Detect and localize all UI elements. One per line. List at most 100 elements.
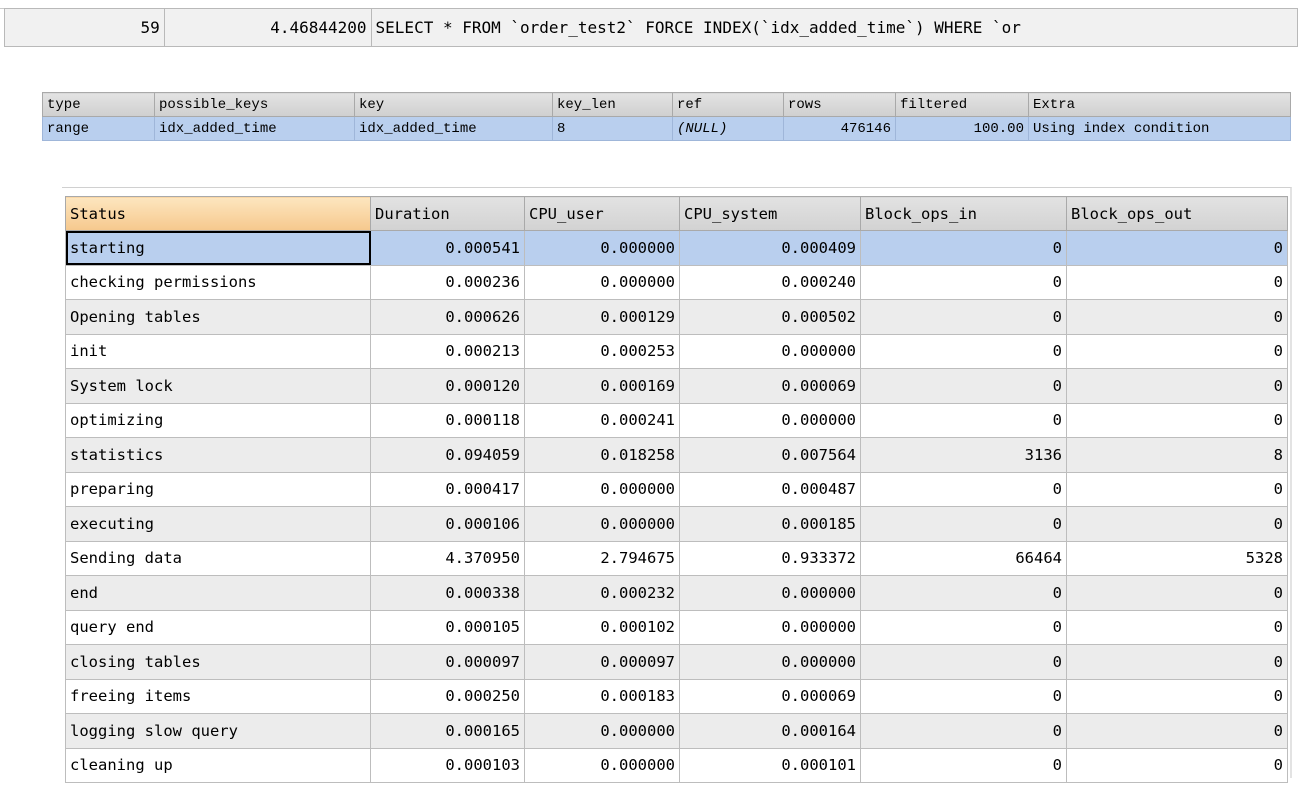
profile-cell-status[interactable]: query end [65,609,371,645]
profile-cell-block-ops-in[interactable]: 0 [860,368,1067,404]
profile-cell-cpu-system[interactable]: 0.000000 [679,402,861,438]
profile-cell-cpu-user[interactable]: 0.000169 [524,368,680,404]
explain-cell-possible-keys[interactable]: idx_added_time [154,116,355,141]
profile-cell-block-ops-out[interactable]: 0 [1066,644,1288,680]
profile-row[interactable]: freeing items 0.000250 0.000183 0.000069 0 0 [65,678,1288,714]
profile-cell-cpu-user[interactable]: 0.000000 [524,713,680,749]
explain-cell-filtered[interactable]: 100.00 [895,116,1029,141]
profile-cell-status[interactable]: checking permissions [65,264,371,300]
profile-col-duration[interactable]: Duration [370,196,525,231]
profile-cell-block-ops-in[interactable]: 0 [860,333,1067,369]
profile-cell-cpu-system[interactable]: 0.000409 [679,230,861,266]
explain-cell-extra[interactable]: Using index condition [1028,116,1291,141]
query-history-row[interactable]: 59 4.46844200 SELECT * FROM `order_test2… [4,8,1298,47]
profile-cell-cpu-user[interactable]: 0.000000 [524,747,680,783]
explain-col-rows[interactable]: rows [783,92,896,117]
profile-cell-duration[interactable]: 0.000097 [370,644,525,680]
profile-row[interactable]: init 0.000213 0.000253 0.000000 0 0 [65,333,1288,369]
profile-cell-cpu-user[interactable]: 0.000000 [524,264,680,300]
query-id-cell[interactable]: 59 [4,8,165,47]
profile-cell-block-ops-out[interactable]: 0 [1066,713,1288,749]
profile-cell-block-ops-in[interactable]: 0 [860,264,1067,300]
profile-row[interactable]: checking permissions 0.000236 0.000000 0.00… [65,264,1288,300]
profile-cell-block-ops-out[interactable]: 0 [1066,299,1288,335]
profile-cell-duration[interactable]: 0.000626 [370,299,525,335]
profile-cell-block-ops-in[interactable]: 0 [860,747,1067,783]
profile-cell-block-ops-out[interactable]: 0 [1066,368,1288,404]
profile-cell-cpu-user[interactable]: 0.018258 [524,437,680,473]
profile-cell-status[interactable]: executing [65,506,371,542]
profile-cell-duration[interactable]: 0.000103 [370,747,525,783]
profile-cell-block-ops-in[interactable]: 0 [860,609,1067,645]
profile-cell-status[interactable]: Sending data [65,540,371,576]
profile-cell-block-ops-out[interactable]: 0 [1066,264,1288,300]
explain-col-ref[interactable]: ref [672,92,784,117]
profile-col-status[interactable]: Status [65,196,371,231]
profile-cell-status[interactable]: statistics [65,437,371,473]
profile-row[interactable]: starting 0.000541 0.000000 0.000409 0 0 [65,230,1288,266]
profile-row[interactable]: query end 0.000105 0.000102 0.000000 0 0 [65,609,1288,645]
explain-cell-key[interactable]: idx_added_time [354,116,553,141]
profile-cell-block-ops-out[interactable]: 8 [1066,437,1288,473]
profile-cell-cpu-user[interactable]: 0.000000 [524,506,680,542]
profile-row[interactable]: closing tables 0.000097 0.000097 0.000000 0 0 [65,644,1288,680]
profile-row[interactable]: statistics 0.094059 0.018258 0.007564 3136 8 [65,437,1288,473]
explain-col-possible-keys[interactable]: possible_keys [154,92,355,117]
profile-cell-cpu-system[interactable]: 0.000069 [679,368,861,404]
profile-row[interactable]: preparing 0.000417 0.000000 0.000487 0 0 [65,471,1288,507]
profile-cell-block-ops-out[interactable]: 0 [1066,230,1288,266]
profile-cell-cpu-system[interactable]: 0.000502 [679,299,861,335]
explain-col-key-len[interactable]: key_len [552,92,673,117]
profile-cell-cpu-user[interactable]: 0.000102 [524,609,680,645]
profile-cell-block-ops-out[interactable]: 0 [1066,402,1288,438]
profile-cell-block-ops-in[interactable]: 0 [860,230,1067,266]
profile-cell-cpu-user[interactable]: 0.000129 [524,299,680,335]
profile-cell-status[interactable]: logging slow query [65,713,371,749]
profile-cell-duration[interactable]: 0.000417 [370,471,525,507]
profile-cell-cpu-user[interactable]: 0.000241 [524,402,680,438]
profile-cell-block-ops-out[interactable]: 0 [1066,747,1288,783]
profile-cell-block-ops-out[interactable]: 0 [1066,609,1288,645]
profile-cell-block-ops-out[interactable]: 0 [1066,678,1288,714]
profile-cell-block-ops-in[interactable]: 0 [860,471,1067,507]
profile-cell-duration[interactable]: 0.000165 [370,713,525,749]
query-duration-cell[interactable]: 4.46844200 [163,8,372,47]
profile-row[interactable]: end 0.000338 0.000232 0.000000 0 0 [65,575,1288,611]
profile-cell-duration[interactable]: 0.094059 [370,437,525,473]
profile-cell-cpu-system[interactable]: 0.007564 [679,437,861,473]
profile-cell-block-ops-in[interactable]: 3136 [860,437,1067,473]
profile-cell-block-ops-out[interactable]: 0 [1066,471,1288,507]
profile-cell-block-ops-in[interactable]: 0 [860,678,1067,714]
profile-row[interactable]: Sending data 4.370950 2.794675 0.933372 6646… [65,540,1288,576]
profile-cell-duration[interactable]: 0.000106 [370,506,525,542]
profile-cell-block-ops-out[interactable]: 0 [1066,333,1288,369]
profile-cell-status[interactable]: end [65,575,371,611]
profile-cell-status[interactable]: System lock [65,368,371,404]
profile-cell-block-ops-in[interactable]: 0 [860,402,1067,438]
profile-cell-duration[interactable]: 0.000120 [370,368,525,404]
profile-cell-cpu-system[interactable]: 0.000000 [679,644,861,680]
profile-col-block-ops-out[interactable]: Block_ops_out [1066,196,1288,231]
explain-col-filtered[interactable]: filtered [895,92,1029,117]
explain-cell-rows[interactable]: 476146 [783,116,896,141]
profile-cell-block-ops-out[interactable]: 0 [1066,575,1288,611]
profile-cell-cpu-system[interactable]: 0.000000 [679,609,861,645]
profile-cell-cpu-system[interactable]: 0.000487 [679,471,861,507]
profile-cell-cpu-system[interactable]: 0.000101 [679,747,861,783]
profile-cell-cpu-user[interactable]: 0.000000 [524,230,680,266]
profile-cell-status[interactable]: Opening tables [65,299,371,335]
profile-cell-block-ops-out[interactable]: 5328 [1066,540,1288,576]
profile-cell-status[interactable]: starting [65,230,371,266]
profile-col-cpu-user[interactable]: CPU_user [524,196,680,231]
explain-col-extra[interactable]: Extra [1028,92,1291,117]
profile-row[interactable]: logging slow query 0.000165 0.000000 0.0001… [65,713,1288,749]
explain-row[interactable]: range idx_added_time idx_added_time 8 (N… [42,116,1291,141]
profile-cell-cpu-system[interactable]: 0.000069 [679,678,861,714]
profile-cell-status[interactable]: freeing items [65,678,371,714]
profile-cell-cpu-user[interactable]: 2.794675 [524,540,680,576]
profile-cell-cpu-user[interactable]: 0.000232 [524,575,680,611]
profile-cell-block-ops-in[interactable]: 0 [860,506,1067,542]
profile-col-cpu-system[interactable]: CPU_system [679,196,861,231]
profile-cell-cpu-system[interactable]: 0.000000 [679,333,861,369]
profile-cell-block-ops-in[interactable]: 66464 [860,540,1067,576]
